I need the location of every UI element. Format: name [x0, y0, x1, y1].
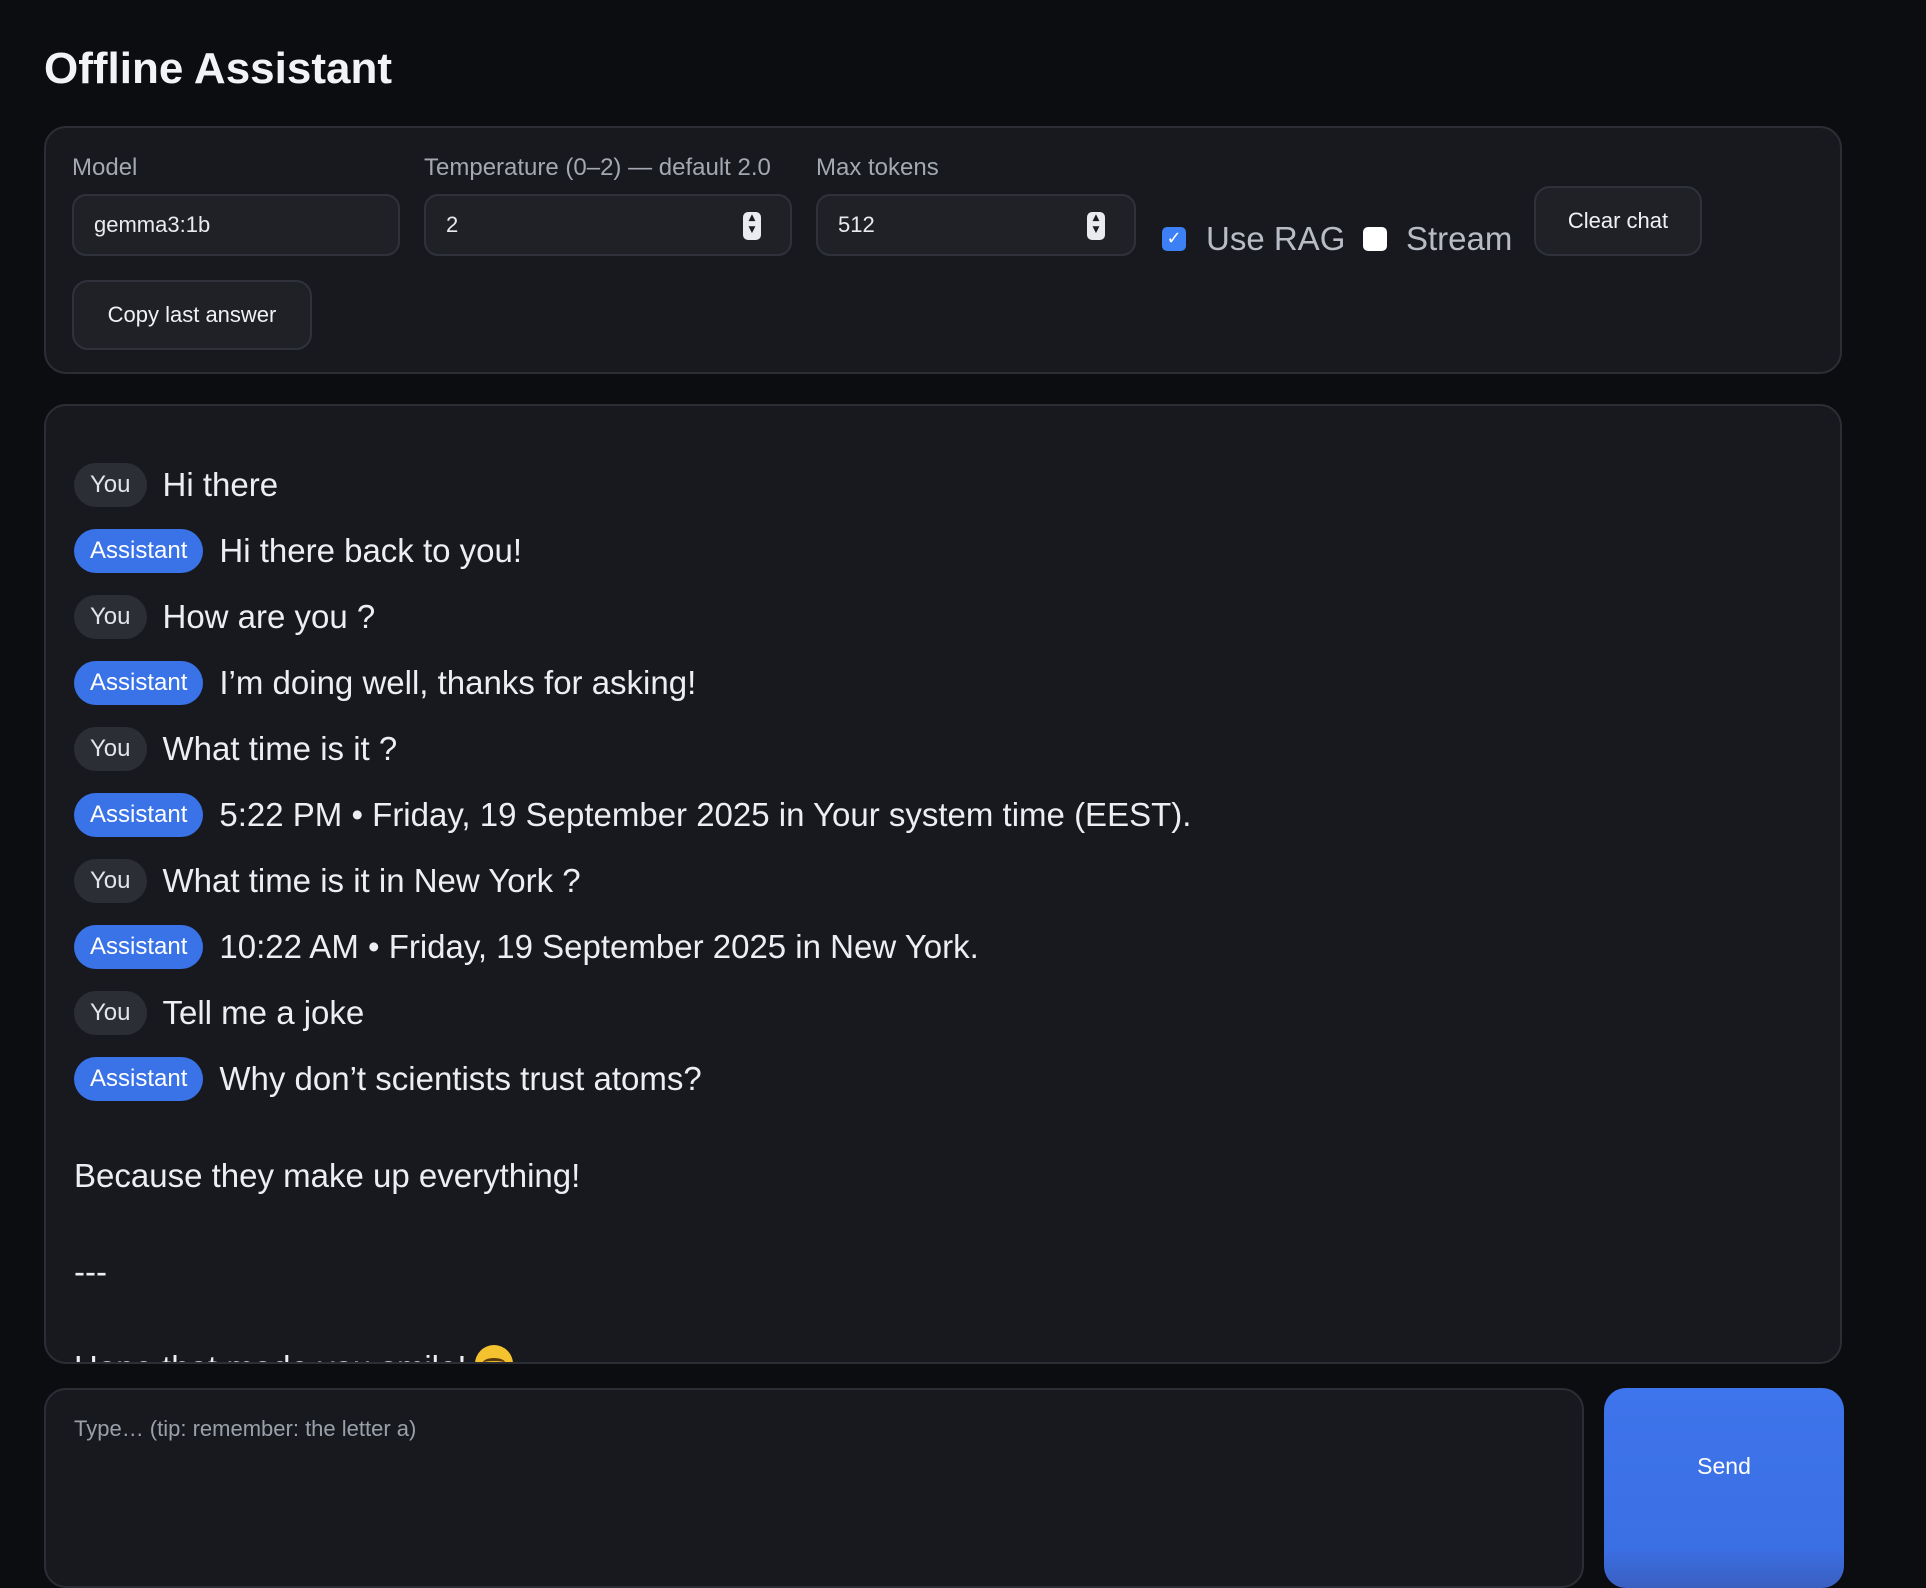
temperature-stepper-icon[interactable]: ▲ ▼ [743, 212, 761, 240]
temperature-input[interactable] [424, 194, 792, 256]
message-text: What time is it in New York ? [162, 862, 581, 899]
chat-log[interactable]: You Hi there Assistant Hi there back to … [44, 404, 1842, 1364]
message-row: You What time is it ? [74, 716, 1812, 782]
role-badge-you: You [74, 463, 147, 507]
message-input[interactable] [44, 1388, 1584, 1588]
message-text: How are you ? [162, 598, 376, 635]
send-button[interactable]: Send [1604, 1388, 1844, 1588]
message-row: Assistant I’m doing well, thanks for ask… [74, 650, 1812, 716]
role-badge-you: You [74, 727, 147, 771]
role-badge-you: You [74, 991, 147, 1035]
smile-emoji-icon [474, 1345, 513, 1362]
role-badge-you: You [74, 859, 147, 903]
message-row: Assistant 10:22 AM • Friday, 19 Septembe… [74, 914, 1812, 980]
model-input[interactable] [72, 194, 400, 256]
role-badge-you: You [74, 595, 147, 639]
use-rag-checkbox[interactable]: ✓ [1162, 227, 1186, 251]
temperature-label: Temperature (0–2) — default 2.0 [424, 154, 771, 181]
message-row: You Hi there [74, 452, 1812, 518]
clear-chat-button[interactable]: Clear chat [1534, 186, 1702, 256]
settings-panel: Model Temperature (0–2) — default 2.0 ▲▼… [44, 126, 1842, 374]
message-continuation-line: Hope that made you smile! [74, 1320, 1812, 1362]
stream-checkbox[interactable] [1363, 227, 1387, 251]
role-badge-assistant: Assistant [74, 793, 204, 837]
message-text: Why don’t scientists trust atoms? [219, 1060, 702, 1097]
message-continuation: Because they make up everything! [74, 1157, 581, 1194]
message-text: 5:22 PM • Friday, 19 September 2025 in Y… [219, 796, 1192, 833]
message-text: Tell me a joke [162, 994, 365, 1031]
role-badge-assistant: Assistant [74, 529, 204, 573]
model-label: Model [72, 154, 138, 181]
message-continuation: Hope that made you smile! [74, 1349, 467, 1362]
page-title: Offline Assistant [44, 44, 392, 93]
message-separator: --- [74, 1253, 107, 1290]
message-row: You What time is it in New York ? [74, 848, 1812, 914]
message-row: You How are you ? [74, 584, 1812, 650]
max-tokens-stepper-icon[interactable]: ▲ ▼ [1087, 212, 1105, 240]
max-tokens-label: Max tokens [816, 154, 939, 181]
message-text: Hi there back to you! [219, 532, 523, 569]
stream-label[interactable]: Stream [1406, 220, 1512, 258]
message-text: I’m doing well, thanks for asking! [219, 664, 697, 701]
message-row: Assistant Why don’t scientists trust ato… [74, 1046, 1812, 1112]
message-row: You Tell me a joke [74, 980, 1812, 1046]
role-badge-assistant: Assistant [74, 1057, 204, 1101]
role-badge-assistant: Assistant [74, 925, 204, 969]
role-badge-assistant: Assistant [74, 661, 204, 705]
use-rag-label[interactable]: Use RAG [1206, 220, 1345, 258]
message-text: 10:22 AM • Friday, 19 September 2025 in … [219, 928, 979, 965]
chat-messages: You Hi there Assistant Hi there back to … [74, 452, 1812, 1362]
message-row: Assistant 5:22 PM • Friday, 19 September… [74, 782, 1812, 848]
message-text: What time is it ? [162, 730, 398, 767]
message-text: Hi there [162, 466, 279, 503]
copy-last-answer-button[interactable]: Copy last answer [72, 280, 312, 350]
message-row: Assistant Hi there back to you! [74, 518, 1812, 584]
